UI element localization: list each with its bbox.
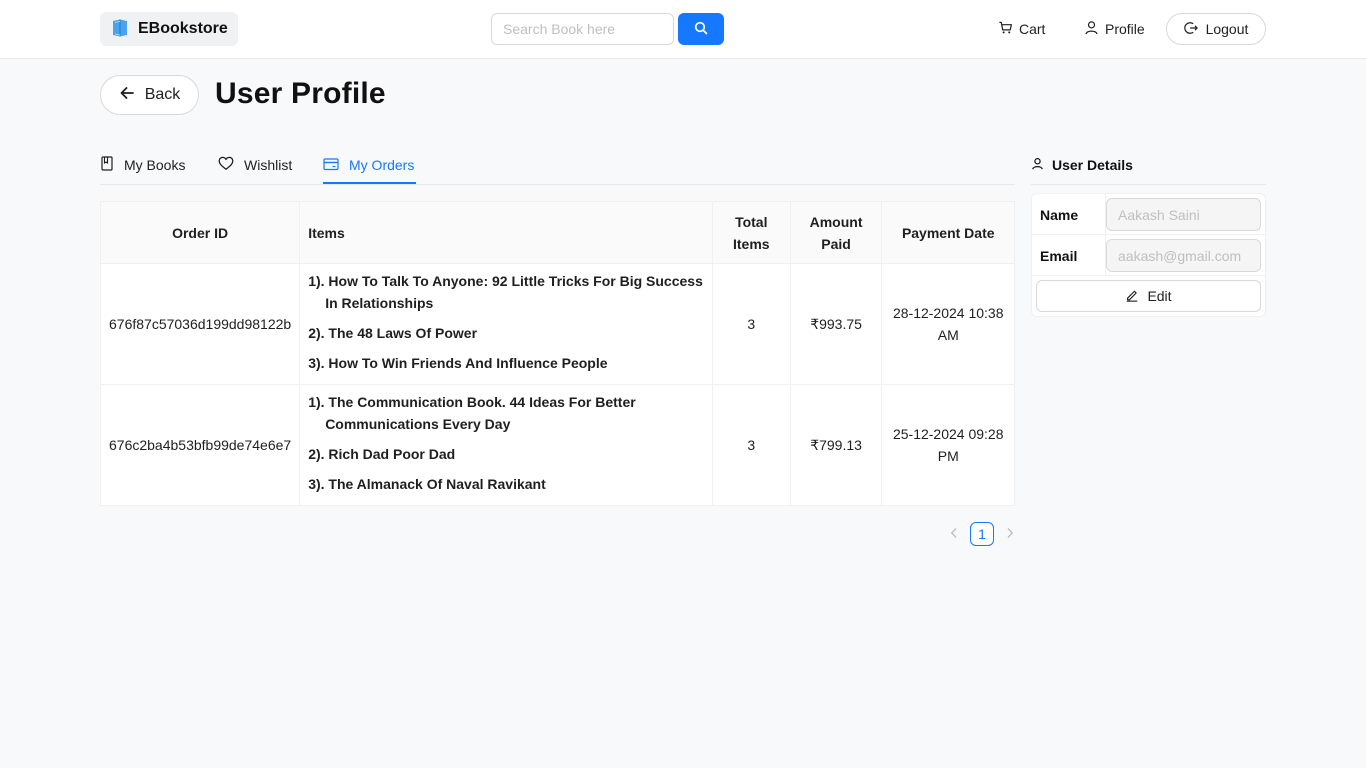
total-items-cell: 3 (711, 384, 791, 506)
column-header-payment-date: Payment Date (881, 201, 1015, 264)
order-item: 3). The Almanack Of Naval Ravikant (308, 476, 546, 492)
pagination-next-button[interactable] (1002, 522, 1018, 546)
edit-button[interactable]: Edit (1036, 280, 1261, 312)
brand-name: EBookstore (138, 20, 228, 37)
profile-tabs: My Books Wishlist My Orders (100, 145, 1015, 185)
order-id-cell: 676f87c57036d199dd98122b (99, 263, 301, 385)
items-cell: 1). How To Talk To Anyone: 92 Little Tri… (299, 263, 713, 385)
nav-profile-label: Profile (1105, 21, 1145, 37)
edit-icon (1125, 288, 1139, 305)
amount-paid-cell: ₹993.75 (789, 263, 883, 385)
amount-paid-cell: ₹799.13 (789, 384, 883, 506)
heart-icon (218, 156, 234, 174)
tab-wishlist[interactable]: Wishlist (218, 145, 292, 185)
search-icon (694, 21, 708, 38)
order-item: 1). The Communication Book. 44 Ideas For… (308, 394, 636, 432)
credit-card-icon (323, 157, 339, 174)
nav-profile[interactable]: Profile (1084, 13, 1145, 45)
user-details-title: User Details (1052, 156, 1133, 173)
user-icon (1084, 20, 1099, 38)
items-cell: 1). The Communication Book. 44 Ideas For… (299, 384, 713, 506)
email-label: Email (1040, 247, 1078, 264)
arrow-left-icon (119, 85, 135, 106)
cart-icon (998, 20, 1013, 38)
table-row: 676f87c57036d199dd98122b 1). How To Talk… (99, 263, 1015, 385)
back-button[interactable]: Back (100, 75, 199, 115)
logout-label: Logout (1205, 21, 1249, 37)
chevron-right-icon (1006, 526, 1014, 542)
email-field[interactable] (1106, 239, 1261, 272)
order-id-cell: 676c2ba4b53bfb99de74e6e7 (99, 384, 301, 506)
book-icon (100, 156, 114, 174)
column-header-items: Items (299, 201, 713, 264)
order-item: 2). Rich Dad Poor Dad (308, 446, 456, 462)
order-item: 3). How To Win Friends And Influence Peo… (308, 355, 608, 371)
nav-cart[interactable]: Cart (998, 13, 1045, 45)
page-title: User Profile (215, 77, 386, 110)
tab-my-books-label: My Books (124, 157, 186, 173)
tab-my-orders-label: My Orders (349, 157, 415, 173)
tab-my-orders[interactable]: My Orders (323, 145, 414, 185)
user-email-row: Email (1032, 235, 1265, 276)
active-tab-indicator (323, 182, 416, 184)
table-row: 676c2ba4b53bfb99de74e6e7 1). The Communi… (99, 384, 1015, 506)
order-item: 2). The 48 Laws Of Power (308, 325, 478, 341)
table-header-row: Order ID Items Total Items Amount Paid P… (99, 201, 1015, 264)
pagination: 1 (946, 522, 1018, 546)
column-header-order-id: Order ID (99, 201, 301, 264)
nav-cart-label: Cart (1019, 21, 1046, 37)
user-details-header: User Details (1031, 145, 1266, 185)
logout-button[interactable]: Logout (1166, 13, 1266, 45)
tab-wishlist-label: Wishlist (244, 157, 293, 173)
top-header: EBookstore Cart (0, 0, 1366, 59)
brand-logo[interactable]: EBookstore (100, 12, 238, 46)
back-label: Back (144, 86, 181, 103)
tab-my-books[interactable]: My Books (100, 145, 185, 185)
user-details-card: Name Email Edit (1031, 193, 1266, 317)
name-field[interactable] (1106, 198, 1261, 231)
user-icon (1031, 157, 1044, 173)
payment-date-cell: 28-12-2024 10:38 AM (881, 263, 1015, 385)
search-input[interactable] (491, 13, 674, 45)
pagination-page-1[interactable]: 1 (970, 522, 994, 546)
column-header-total-items: Total Items (711, 201, 791, 264)
column-header-amount-paid: Amount Paid (789, 201, 883, 264)
chevron-left-icon (950, 526, 958, 542)
user-name-row: Name (1032, 194, 1265, 235)
orders-table: Order ID Items Total Items Amount Paid P… (99, 201, 1015, 506)
order-item: 1). How To Talk To Anyone: 92 Little Tri… (308, 273, 703, 311)
search-bar (491, 13, 724, 45)
total-items-cell: 3 (711, 263, 791, 385)
payment-date-cell: 25-12-2024 09:28 PM (881, 384, 1015, 506)
book-logo-icon (110, 18, 130, 41)
logout-icon (1183, 21, 1198, 38)
search-button[interactable] (678, 13, 724, 45)
edit-label: Edit (1147, 288, 1172, 304)
pagination-prev-button[interactable] (946, 522, 962, 546)
name-label: Name (1040, 206, 1079, 223)
